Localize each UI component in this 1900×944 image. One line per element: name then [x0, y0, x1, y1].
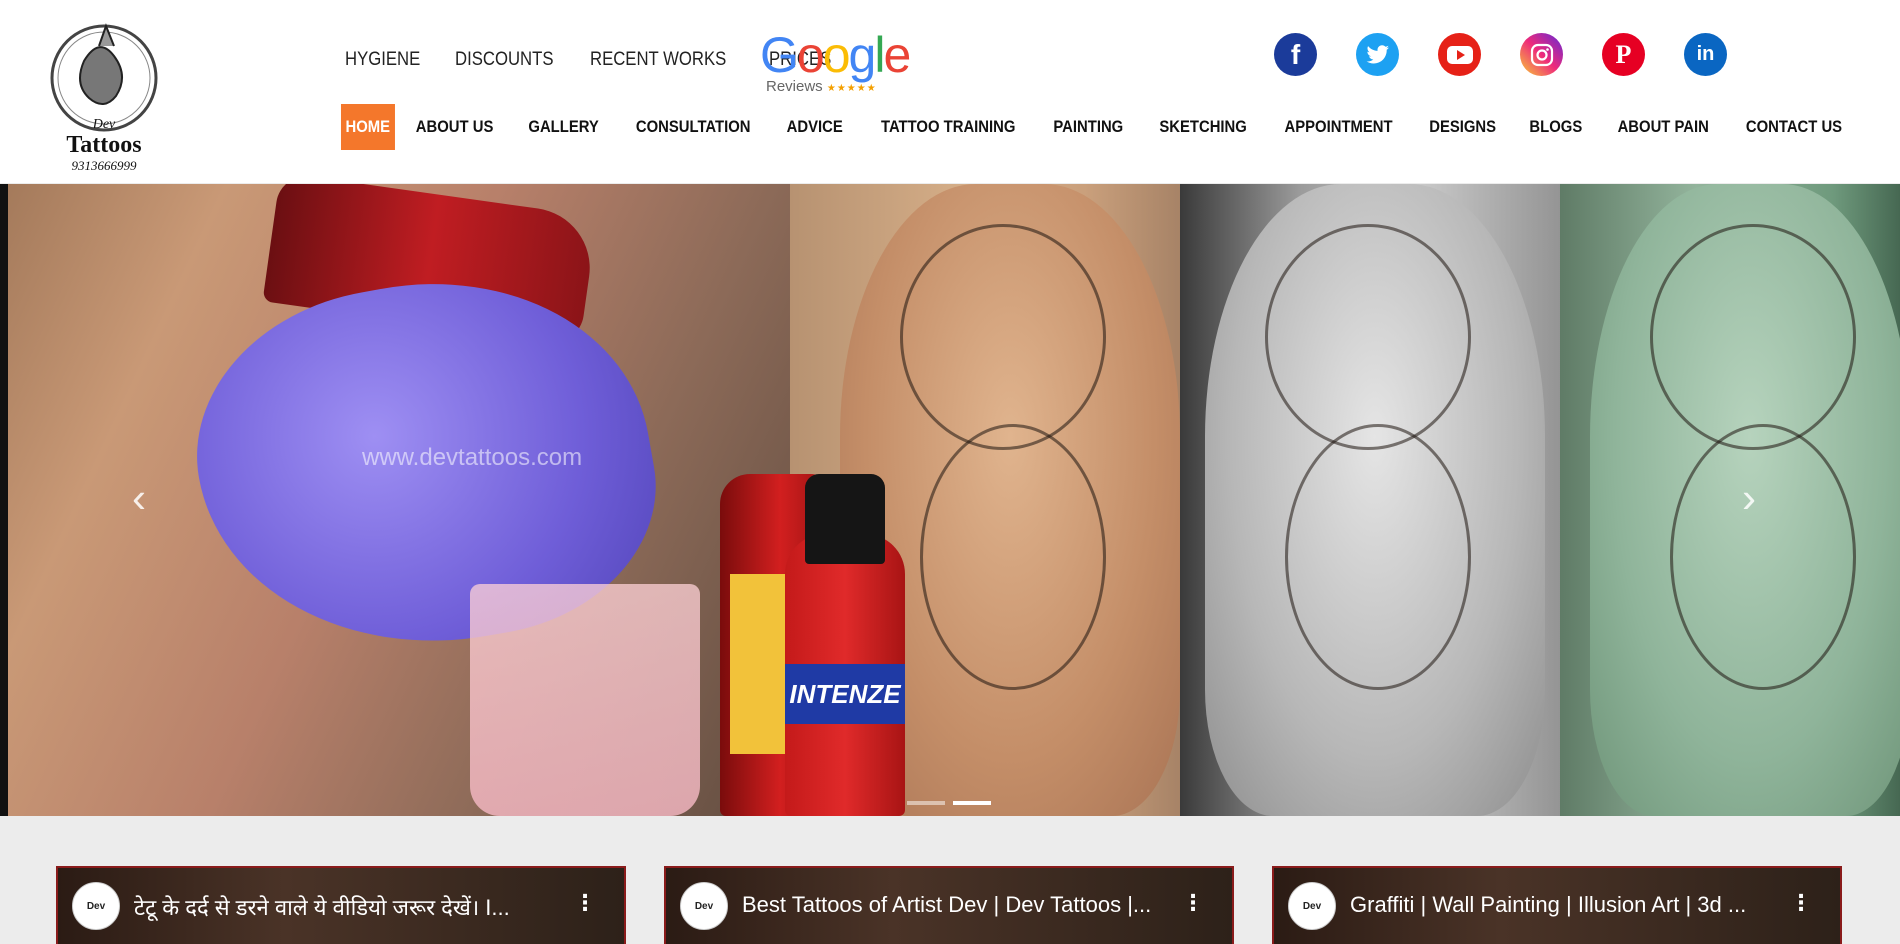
video-embed-1[interactable]: Dev टेटू के दर्द से डरने वाले ये वीडियो …: [56, 866, 626, 944]
google-reviews-badge[interactable]: Google Reviews ★★★★★: [760, 27, 911, 95]
nav-item-blogs[interactable]: BLOGS: [1518, 104, 1595, 150]
slider-edge: [0, 184, 8, 816]
nav-item-consultation[interactable]: CONSULTATION: [624, 104, 763, 150]
main-nav: HOME ABOUT US GALLERY CONSULTATION ADVIC…: [338, 104, 1861, 150]
top-link-discounts[interactable]: DISCOUNTS: [455, 49, 553, 71]
video-title: टेटू के दर्द से डरने वाले ये वीडियो जरूर…: [134, 895, 510, 920]
svg-text:Dev: Dev: [92, 117, 116, 132]
tattooed-arm-gray-image: [1205, 184, 1545, 816]
hero-slider: INTENZE www.devtattoos.com ‹ ›: [0, 184, 1900, 816]
google-logo: Google: [760, 27, 911, 83]
slider-dot-1[interactable]: [907, 801, 945, 805]
ink-bottle-bright-red: INTENZE: [785, 474, 905, 816]
nav-item-painting[interactable]: PAINTING: [1041, 104, 1135, 150]
linkedin-icon[interactable]: in: [1684, 33, 1727, 76]
nav-item-sketching[interactable]: SKETCHING: [1147, 104, 1259, 150]
slider-dots: [907, 801, 991, 805]
social-links: f P in: [1274, 33, 1727, 76]
nav-item-gallery[interactable]: GALLERY: [516, 104, 611, 150]
google-reviews-stars: ★★★★★: [826, 83, 877, 94]
google-reviews-label: Reviews: [766, 78, 823, 95]
ink-bottle-label: INTENZE: [785, 664, 905, 724]
channel-avatar: Dev: [680, 882, 728, 930]
youtube-icon[interactable]: [1438, 33, 1481, 76]
nav-item-about-pain[interactable]: ABOUT PAIN: [1605, 104, 1721, 150]
dev-tattoos-logo[interactable]: Dev Tattoos 9313666999: [44, 16, 174, 182]
site-header: Dev Tattoos 9313666999 HYGIENE DISCOUNTS…: [0, 0, 1900, 183]
svg-text:9313666999: 9313666999: [72, 158, 138, 173]
slider-watermark: www.devtattoos.com: [362, 444, 583, 471]
instagram-icon[interactable]: [1520, 33, 1563, 76]
top-link-recent-works[interactable]: RECENT WORKS: [590, 49, 726, 71]
twitter-icon[interactable]: [1356, 33, 1399, 76]
slider-dot-2[interactable]: [953, 801, 991, 805]
channel-avatar: Dev: [1288, 882, 1336, 930]
nav-item-advice[interactable]: ADVICE: [775, 104, 855, 150]
nav-item-tattoo-training[interactable]: TATTOO TRAINING: [868, 104, 1027, 150]
pinterest-icon[interactable]: P: [1602, 33, 1645, 76]
video-menu-icon[interactable]: ⋮: [1790, 890, 1812, 916]
channel-avatar: Dev: [72, 882, 120, 930]
nav-item-designs[interactable]: DESIGNS: [1417, 104, 1508, 150]
top-link-hygiene[interactable]: HYGIENE: [345, 49, 420, 71]
nav-item-home[interactable]: HOME: [340, 104, 395, 150]
ink-cup-image: [470, 584, 700, 816]
video-section: Dev टेटू के दर्द से डरने वाले ये वीडियो …: [0, 816, 1900, 944]
nav-item-appointment[interactable]: APPOINTMENT: [1272, 104, 1404, 150]
video-embed-3[interactable]: Dev Graffiti | Wall Painting | Illusion …: [1272, 866, 1842, 944]
video-embed-2[interactable]: Dev Best Tattoos of Artist Dev | Dev Tat…: [664, 866, 1234, 944]
svg-text:Tattoos: Tattoos: [66, 132, 141, 158]
slider-prev-arrow[interactable]: ‹: [132, 474, 146, 522]
video-menu-icon[interactable]: ⋮: [1182, 890, 1204, 916]
video-menu-icon[interactable]: ⋮: [574, 890, 596, 916]
video-title: Best Tattoos of Artist Dev | Dev Tattoos…: [742, 892, 1152, 917]
nav-item-about-us[interactable]: ABOUT US: [403, 104, 505, 150]
nav-item-contact-us[interactable]: CONTACT US: [1734, 104, 1855, 150]
slider-next-arrow[interactable]: ›: [1742, 474, 1756, 522]
facebook-icon[interactable]: f: [1274, 33, 1317, 76]
video-title: Graffiti | Wall Painting | Illusion Art …: [1350, 892, 1747, 917]
